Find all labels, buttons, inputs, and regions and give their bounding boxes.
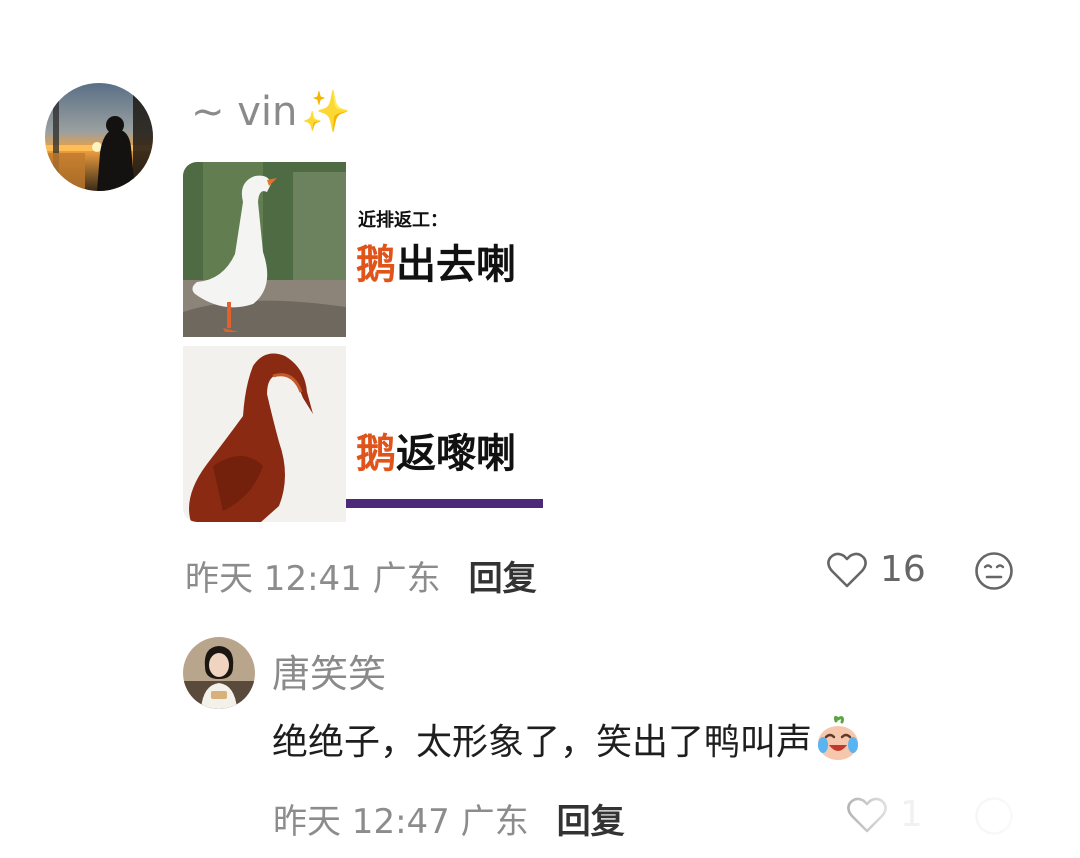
goose-meme-sticker[interactable]: 近排返工： 鹅出去喇 鹅返嚟喇 xyxy=(183,162,543,522)
laughing-tears-face-icon xyxy=(818,715,859,760)
reply-meta: 昨天 12:47 广东 回复 xyxy=(273,794,625,843)
white-goose-image xyxy=(183,162,346,337)
username[interactable]: ~ vin ✨ xyxy=(191,88,352,136)
girl-avatar-image xyxy=(183,637,255,709)
comment-meta: 昨天 12:41 广东 回复 xyxy=(185,551,537,600)
heart-outline-icon xyxy=(827,552,867,587)
sticker-line-bottom-rest: 返嚟喇 xyxy=(396,431,516,477)
like-count: 16 xyxy=(880,549,926,590)
sunset-avatar-image xyxy=(45,83,153,191)
goose-char-bottom: 鹅 xyxy=(356,431,396,477)
reply-reply-button[interactable]: 回复 xyxy=(557,794,625,843)
goose-char-top: 鹅 xyxy=(356,242,396,288)
reply-text: 绝绝子，太形象了，笑出了鸭叫声 xyxy=(272,713,862,765)
sticker-line-top-rest: 出去喇 xyxy=(396,242,516,288)
reply-username[interactable]: 唐笑笑 xyxy=(272,643,386,698)
reply-button[interactable]: 回复 xyxy=(469,551,537,600)
face-emoji-icon xyxy=(975,552,1013,590)
sparkles-icon: ✨ xyxy=(301,89,352,135)
sticker-caption: 近排返工： xyxy=(358,210,448,231)
sticker-line-top: 鹅出去喇 xyxy=(356,232,516,290)
roast-goose-image xyxy=(183,346,346,522)
comment-time-location: 昨天 12:41 广东 xyxy=(185,559,441,599)
reply-time-location: 昨天 12:47 广东 xyxy=(273,802,529,842)
sticker-line-bottom: 鹅返嚟喇 xyxy=(356,421,516,479)
bottom-right-fade xyxy=(780,790,1080,858)
avatar-vin[interactable] xyxy=(45,83,153,191)
reply-text-body: 绝绝子，太形象了，笑出了鸭叫声 xyxy=(272,722,813,763)
like-button[interactable]: 16 xyxy=(826,549,926,590)
emoji-reaction-button[interactable] xyxy=(974,551,1014,595)
avatar-tangxiaoxiao[interactable] xyxy=(183,637,255,709)
username-text: ~ vin xyxy=(191,88,298,135)
